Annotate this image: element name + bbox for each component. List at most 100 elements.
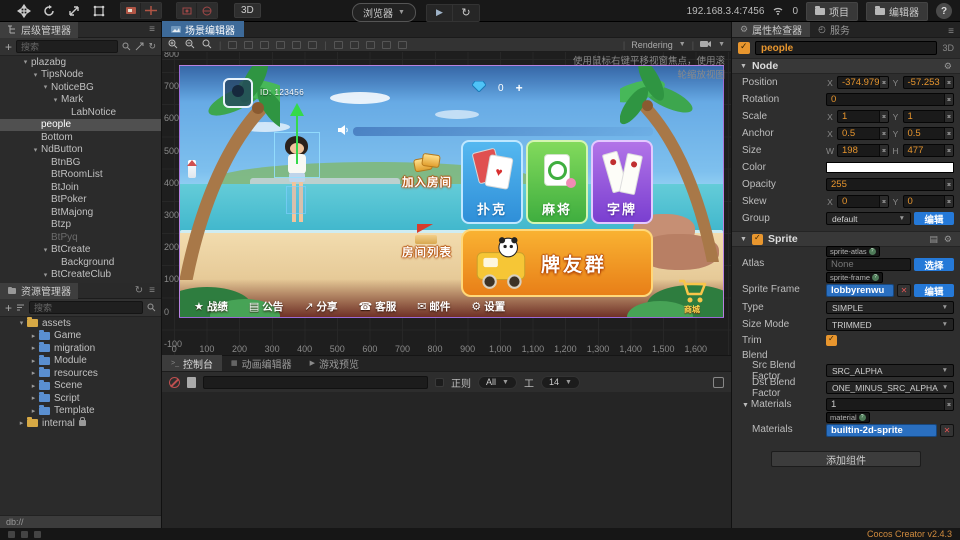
tree-row[interactable]: ▾ TipsNode — [0, 69, 161, 82]
asset-row[interactable]: ▸ internal — [0, 417, 161, 430]
tab-animation-editor[interactable]: ▦ 动画编辑器 — [222, 355, 301, 371]
size-w-input[interactable]: 198 — [837, 144, 889, 157]
sprite-frame-input[interactable]: lobbyrenwu — [826, 284, 894, 297]
tree-row[interactable]: BtRoomList — [0, 169, 161, 182]
regex-checkbox[interactable] — [435, 377, 444, 387]
rect-tool-icon[interactable] — [91, 3, 106, 18]
asset-row[interactable]: ▸ resources — [0, 367, 161, 380]
type-dropdown[interactable]: SIMPLE ▼ — [826, 301, 954, 314]
tree-row[interactable]: BtJoin — [0, 181, 161, 194]
asset-row[interactable]: ▸ Script — [0, 392, 161, 405]
distribute-v-icon[interactable] — [349, 40, 359, 49]
align-right-icon[interactable] — [260, 40, 270, 49]
asset-row[interactable]: ▸ Template — [0, 404, 161, 418]
tree-row[interactable]: people — [0, 118, 161, 131]
group-edit-button[interactable]: 编辑 — [914, 212, 954, 226]
tree-expand-arrow[interactable]: ▾ — [40, 271, 51, 279]
zipai-game-button[interactable]: 字牌 — [591, 140, 653, 224]
material-input[interactable]: builtin-2d-sprite — [826, 424, 937, 437]
zoom-in-icon[interactable] — [168, 39, 178, 51]
pivot-anchor-button[interactable] — [141, 3, 161, 18]
local-coords-button[interactable] — [177, 3, 197, 18]
materials-count-input[interactable]: 1 — [826, 398, 954, 411]
clear-console-button[interactable] — [169, 376, 180, 388]
gear-icon[interactable]: ⚙ — [944, 234, 952, 245]
lobby-menu-item[interactable]: ☎ 客服 — [359, 299, 397, 314]
hierarchy-search-input[interactable] — [16, 40, 119, 53]
panel-menu-icon[interactable]: ≡ — [948, 26, 954, 37]
console-popout-icon[interactable] — [713, 376, 724, 388]
color-swatch[interactable] — [826, 162, 954, 173]
hierarchy-tab[interactable]: 层级管理器 — [0, 22, 78, 38]
tree-expand-arrow[interactable]: ▸ — [28, 407, 39, 415]
tree-expand-arrow[interactable]: ▸ — [16, 419, 27, 427]
panel-menu-icon[interactable]: ≡ — [149, 285, 155, 296]
sort-icon[interactable] — [16, 299, 25, 317]
asset-row[interactable]: ▸ Scene — [0, 379, 161, 393]
tree-expand-arrow[interactable]: ▾ — [30, 71, 41, 79]
align-vcenter-icon[interactable] — [292, 40, 302, 49]
zoom-out-icon[interactable] — [185, 39, 195, 51]
tree-expand-arrow[interactable]: ▾ — [40, 246, 51, 254]
node-active-checkbox[interactable] — [738, 41, 750, 54]
create-node-button[interactable]: + — [5, 41, 12, 53]
sprite-section-header[interactable]: ▼ Sprite ▤ ⚙ — [732, 231, 960, 247]
join-room-button[interactable]: 加入房间 — [392, 152, 462, 190]
tree-row[interactable]: ▾ NdButton — [0, 144, 161, 157]
skew-y-input[interactable]: 0 — [902, 195, 954, 208]
position-y-input[interactable]: -57.253 — [902, 76, 954, 89]
world-coords-button[interactable] — [197, 3, 217, 18]
rendering-dropdown[interactable]: Rendering — [631, 40, 673, 50]
sprite-frame-edit-button[interactable]: 编辑 — [914, 284, 954, 298]
scale-x-input[interactable]: 1 — [837, 110, 889, 123]
mall-button[interactable]: 商城 — [677, 278, 707, 315]
zoom-reset-icon[interactable] — [202, 39, 212, 51]
clear-sprite-frame-button[interactable]: ✕ — [897, 284, 911, 297]
assets-refresh-icon[interactable]: ↻ — [135, 285, 143, 296]
tree-expand-arrow[interactable]: ▸ — [28, 369, 39, 377]
tab-services[interactable]: ◴ 服务 — [810, 22, 858, 37]
rotation-input[interactable]: 0 — [826, 93, 954, 106]
help-button[interactable]: ? — [936, 3, 952, 19]
tree-row[interactable]: Background — [0, 256, 161, 269]
search-icon[interactable] — [122, 38, 131, 56]
anchor-x-input[interactable]: 0.5 — [837, 127, 889, 140]
poker-game-button[interactable]: ♥ 扑克 — [461, 140, 523, 224]
open-log-icon[interactable] — [187, 376, 196, 388]
search-icon[interactable] — [147, 299, 156, 317]
mahjong-game-button[interactable]: 麻将 — [526, 140, 588, 224]
move-tool-icon[interactable] — [16, 3, 31, 18]
tree-row[interactable]: BtPyq — [0, 231, 161, 244]
refresh-button[interactable]: ↻ — [453, 5, 479, 21]
tree-row[interactable]: Bottom — [0, 131, 161, 144]
player-avatar-frame[interactable] — [223, 78, 253, 108]
scale-y-input[interactable]: 1 — [902, 110, 954, 123]
club-banner-button[interactable]: 牌友群 — [461, 229, 653, 297]
asset-row[interactable]: ▸ Game — [0, 329, 161, 343]
play-button[interactable]: ▶ — [427, 4, 453, 21]
tab-game-preview[interactable]: ▶ 游戏预览 — [301, 355, 368, 371]
lobby-menu-item[interactable]: ★ 战绩 — [194, 299, 228, 314]
asset-row[interactable]: ▸ migration — [0, 342, 161, 355]
preview-target-dropdown[interactable]: 浏览器 ▼ — [352, 3, 416, 22]
same-width-icon[interactable] — [365, 40, 375, 49]
tree-expand-arrow[interactable]: ▾ — [50, 96, 61, 104]
same-height-icon[interactable] — [381, 40, 391, 49]
tree-expand-arrow[interactable]: ▾ — [40, 83, 51, 91]
anchor-y-input[interactable]: 0.5 — [902, 127, 954, 140]
tree-expand-arrow[interactable]: ▸ — [28, 357, 39, 365]
tree-row[interactable]: BtnBG — [0, 156, 161, 169]
lobby-menu-item[interactable]: ↗ 分享 — [304, 299, 337, 314]
add-diamond-button[interactable]: + — [516, 81, 523, 95]
tree-expand-arrow[interactable]: ▸ — [28, 382, 39, 390]
tree-row[interactable]: ▾ BtCreate — [0, 244, 161, 257]
tree-row[interactable]: Btzp — [0, 219, 161, 232]
scene-canvas[interactable]: 800 700 600 500 400 300 200 100 0 -100 0 100 200 300… — [162, 52, 731, 355]
console-filter-input[interactable] — [203, 375, 428, 389]
tree-row[interactable]: ▾ BtCreateClub — [0, 269, 161, 282]
group-dropdown[interactable]: default ▼ — [826, 212, 911, 225]
tree-row[interactable]: ▾ Mark — [0, 94, 161, 107]
gear-icon[interactable]: ⚙ — [944, 61, 952, 72]
tree-expand-arrow[interactable]: ▸ — [28, 332, 39, 340]
tree-row[interactable]: LabNotice — [0, 106, 161, 119]
